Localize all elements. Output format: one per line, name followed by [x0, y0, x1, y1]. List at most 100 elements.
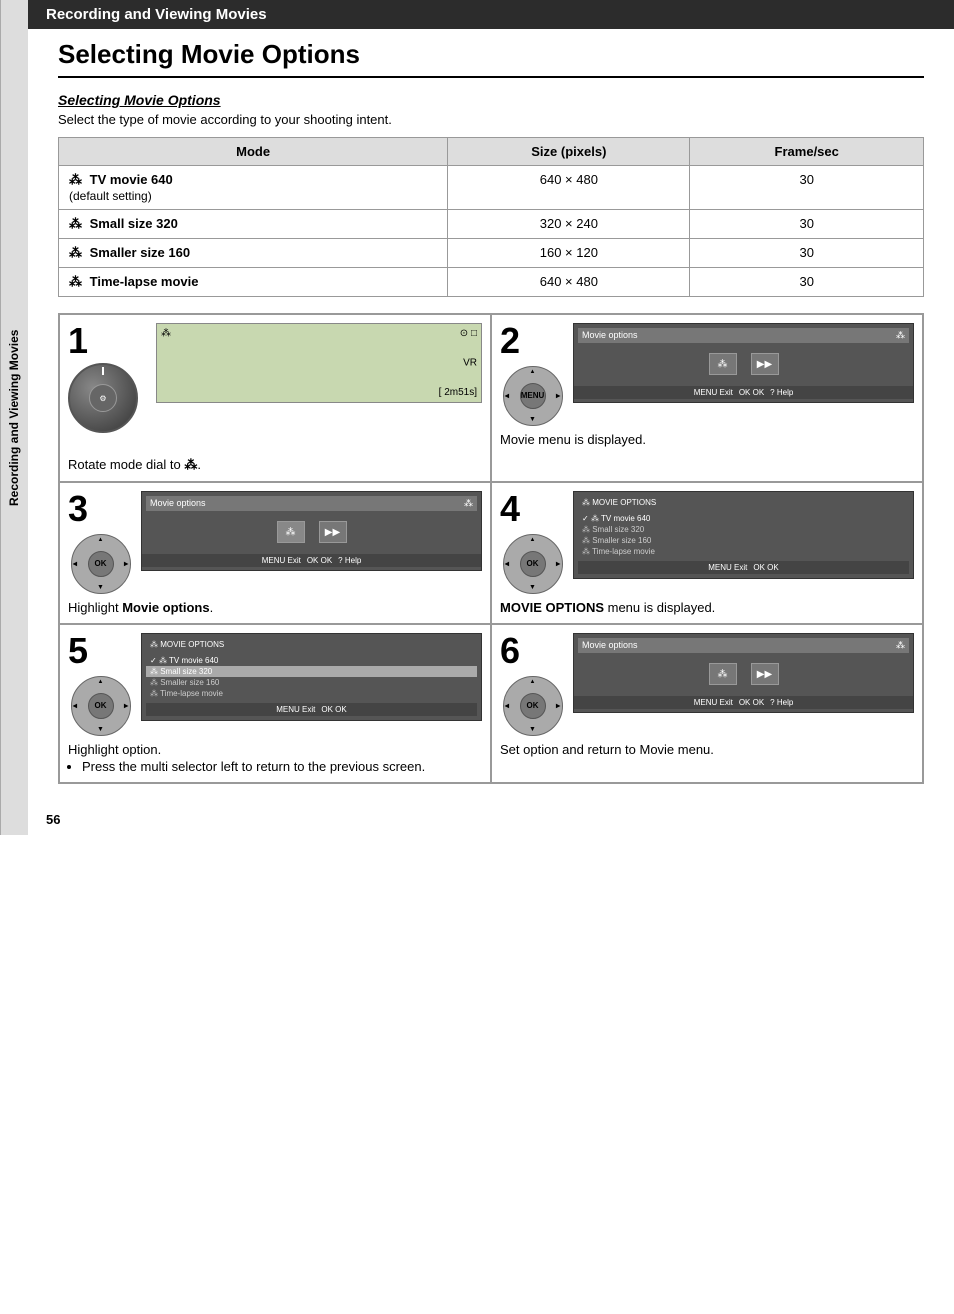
step-5-number: 5: [68, 633, 88, 669]
intro-text: Select the type of movie according to yo…: [58, 112, 924, 127]
footer-ok-5: OK OK: [321, 705, 346, 714]
lcd-icons-top-right: ⊙ □: [460, 328, 477, 339]
footer-exit-3: MENU Exit: [262, 556, 301, 565]
steps-grid: 1 ⚙ ⁂ ⊙ □: [58, 313, 924, 784]
mode-icon-timelapse: ⁂: [69, 274, 82, 289]
mode-icon-small: ⁂: [69, 216, 82, 231]
footer-ok-4: OK OK: [753, 563, 778, 572]
control-cluster-2: ▲ ▼ ◀ ▶ MENU: [500, 363, 565, 428]
section-title: Selecting Movie Options: [58, 92, 924, 108]
footer-ok: OK OK: [739, 388, 764, 397]
fps-cell: 30: [690, 210, 924, 239]
size-cell: 640 × 480: [448, 166, 690, 210]
menu-screen-5: ⁂ MOVIE OPTIONS ⁂ TV movie 640 ⁂ Small s…: [141, 633, 482, 721]
menu-option-smaller-5: ⁂ Smaller size 160: [146, 677, 477, 688]
control-cluster-5: ▲ ▼ ◀ ▶ OK: [68, 673, 133, 738]
sidebar-label: Recording and Viewing Movies: [7, 329, 21, 505]
mode-cell: ⁂ Time-lapse movie: [59, 268, 448, 297]
header-bar: Recording and Viewing Movies: [28, 0, 954, 29]
lcd-icon-top-left: ⁂: [161, 328, 171, 339]
menu-screen-3: Movie options ⁂ ⁂ ▶▶ MENU Exit OK OK ? H…: [141, 491, 482, 571]
step-2-text: Movie menu is displayed.: [500, 432, 914, 447]
dial-inner: ⚙: [89, 384, 117, 412]
mode-cell: ⁂ Small size 320: [59, 210, 448, 239]
menu-option-tv-5: ⁂ TV movie 640: [146, 655, 477, 666]
menu-title-icon-6: ⁂: [896, 640, 905, 651]
header-text: Recording and Viewing Movies: [46, 6, 267, 23]
step-4-text: MOVIE OPTIONS menu is displayed.: [500, 600, 914, 615]
menu-icon-movie-3: ⁂: [277, 521, 305, 543]
menu-title-3: Movie options: [150, 498, 206, 509]
step-3-number: 3: [68, 491, 88, 527]
col-mode: Mode: [59, 138, 448, 166]
menu-title-icon-3: ⁂: [464, 498, 473, 509]
menu-option-timelapse: ⁂ Time-lapse movie: [578, 546, 909, 557]
footer-ok-6: OK OK: [739, 698, 764, 707]
step-4-number: 4: [500, 491, 520, 527]
menu-title-icon-2: ⁂: [896, 330, 905, 341]
footer-exit-5: MENU Exit: [276, 705, 315, 714]
mode-cell: ⁂ Smaller size 160: [59, 239, 448, 268]
table-row: ⁂ TV movie 640 (default setting) 640 × 4…: [59, 166, 924, 210]
col-size: Size (pixels): [448, 138, 690, 166]
page-title: Selecting Movie Options: [58, 39, 924, 78]
step-6-number: 6: [500, 633, 520, 669]
control-cluster-4: ▲ ▼ ◀ ▶ OK: [500, 531, 565, 596]
footer-help-3: ? Help: [338, 556, 361, 565]
size-cell: 160 × 120: [448, 239, 690, 268]
size-cell: 320 × 240: [448, 210, 690, 239]
control-cluster-3: ▲ ▼ ◀ ▶ OK: [68, 531, 133, 596]
step-1-number: 1: [68, 323, 88, 359]
menu-option-small: ⁂ Small size 320: [578, 524, 909, 535]
camera-dial: ⚙: [68, 363, 148, 453]
step-5-text: Highlight option. Press the multi select…: [68, 742, 482, 774]
footer-exit-4: MENU Exit: [708, 563, 747, 572]
lcd-screen: ⁂ ⊙ □ VR [ 2m51s]: [156, 323, 482, 403]
table-row: ⁂ Smaller size 160 160 × 120 30: [59, 239, 924, 268]
fps-cell: 30: [690, 268, 924, 297]
menu-option-timelapse-5: ⁂ Time-lapse movie: [146, 688, 477, 699]
footer-exit: MENU Exit: [694, 388, 733, 397]
table-row: ⁂ Time-lapse movie 640 × 480 30: [59, 268, 924, 297]
step-4: 4 ▲ ▼ ◀ ▶ OK: [491, 482, 923, 624]
menu-icon-movie-6: ⁂: [709, 663, 737, 685]
menu-title-4: ⁂ MOVIE OPTIONS: [582, 498, 656, 507]
fps-cell: 30: [690, 239, 924, 268]
menu-screen-6: Movie options ⁂ ⁂ ▶▶ MENU Exit OK OK ? H…: [573, 633, 914, 713]
step-6-text: Set option and return to Movie menu.: [500, 742, 914, 757]
lcd-timer: [ 2m51s]: [439, 387, 477, 398]
menu-title-2: Movie options: [582, 330, 638, 341]
footer-ok-3: OK OK: [307, 556, 332, 565]
menu-screen-2: Movie options ⁂ ⁂ ▶▶ MENU Exit OK OK ? H…: [573, 323, 914, 403]
mode-icon-smaller: ⁂: [69, 245, 82, 260]
options-table: Mode Size (pixels) Frame/sec ⁂ TV movie …: [58, 137, 924, 297]
step-3-text: Highlight Movie options.: [68, 600, 482, 615]
mode-cell: ⁂ TV movie 640 (default setting): [59, 166, 448, 210]
size-cell: 640 × 480: [448, 268, 690, 297]
control-cluster-6: ▲ ▼ ◀ ▶ OK: [500, 673, 565, 738]
col-fps: Frame/sec: [690, 138, 924, 166]
table-row: ⁂ Small size 320 320 × 240 30: [59, 210, 924, 239]
step-1: 1 ⚙ ⁂ ⊙ □: [59, 314, 491, 482]
footer-help-6: ? Help: [770, 698, 793, 707]
menu-icon-play: ▶▶: [751, 353, 779, 375]
step-3: 3 ▲ ▼ ◀ ▶ OK: [59, 482, 491, 624]
footer-exit-6: MENU Exit: [694, 698, 733, 707]
menu-option-small-5: ⁂ Small size 320: [146, 666, 477, 677]
menu-icon-play-3: ▶▶: [319, 521, 347, 543]
step-6: 6 ▲ ▼ ◀ ▶ OK: [491, 624, 923, 783]
step-2-number: 2: [500, 323, 520, 359]
lcd-mid-text: VR: [463, 358, 477, 369]
menu-title-5: ⁂ MOVIE OPTIONS: [150, 640, 224, 649]
mode-icon-tv: ⁂: [69, 172, 82, 187]
step-2: 2 ▲ ▼ ◀ ▶ MENU: [491, 314, 923, 482]
step-1-text: Rotate mode dial to ⁂.: [68, 457, 482, 473]
footer-help: ? Help: [770, 388, 793, 397]
page-number: 56: [28, 804, 954, 835]
sidebar: Recording and Viewing Movies: [0, 0, 28, 835]
fps-cell: 30: [690, 166, 924, 210]
menu-title-6: Movie options: [582, 640, 638, 651]
menu-icon-play-6: ▶▶: [751, 663, 779, 685]
menu-option-smaller: ⁂ Smaller size 160: [578, 535, 909, 546]
menu-icon-movie: ⁂: [709, 353, 737, 375]
